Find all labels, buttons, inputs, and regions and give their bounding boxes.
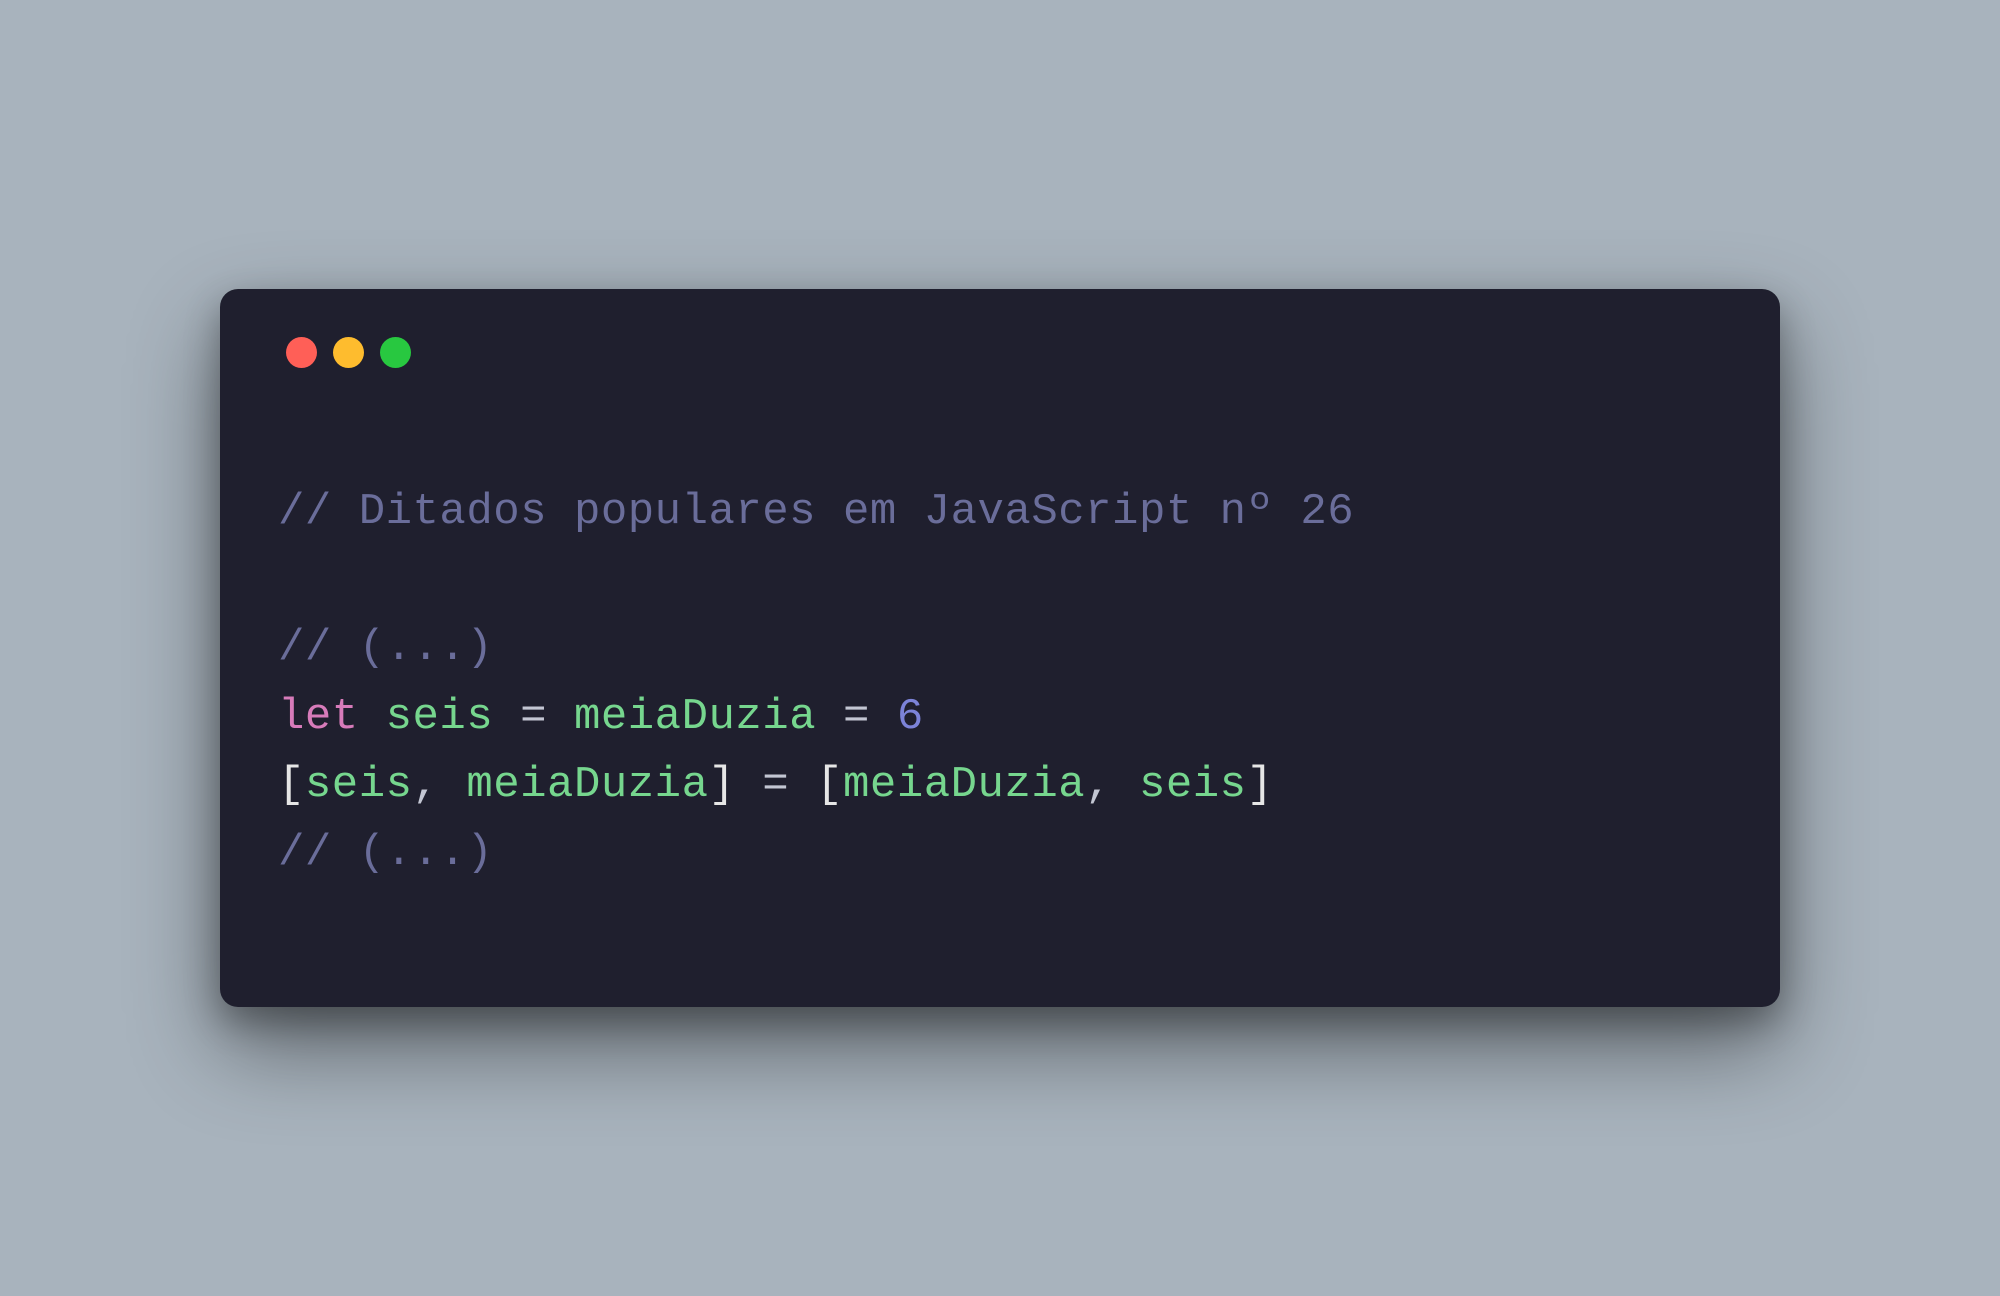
identifier-meiaduzia: meiaDuzia: [574, 692, 816, 742]
comma: ,: [1085, 760, 1112, 810]
code-window: // Ditados populares em JavaScript nº 26…: [220, 289, 1780, 1007]
identifier-meiaduzia: meiaDuzia: [466, 760, 708, 810]
identifier-seis: seis: [305, 760, 413, 810]
minimize-icon[interactable]: [333, 337, 364, 368]
identifier-seis: seis: [386, 692, 494, 742]
operator-equals: =: [762, 760, 789, 810]
zoom-icon[interactable]: [380, 337, 411, 368]
bracket-close: ]: [708, 760, 735, 810]
identifier-seis: seis: [1139, 760, 1247, 810]
number-literal-six: 6: [897, 692, 924, 742]
code-block: // Ditados populares em JavaScript nº 26…: [278, 478, 1722, 887]
code-comment-ellipsis-bottom: // (...): [278, 828, 493, 878]
identifier-meiaduzia: meiaDuzia: [843, 760, 1085, 810]
bracket-open: [: [278, 760, 305, 810]
keyword-let: let: [278, 692, 359, 742]
bracket-close: ]: [1247, 760, 1274, 810]
code-comment-ellipsis-top: // (...): [278, 623, 493, 673]
bracket-open: [: [816, 760, 843, 810]
comma: ,: [413, 760, 440, 810]
operator-equals: =: [520, 692, 547, 742]
operator-equals: =: [843, 692, 870, 742]
traffic-lights: [278, 337, 1722, 368]
code-comment-title: // Ditados populares em JavaScript nº 26: [278, 487, 1354, 537]
close-icon[interactable]: [286, 337, 317, 368]
